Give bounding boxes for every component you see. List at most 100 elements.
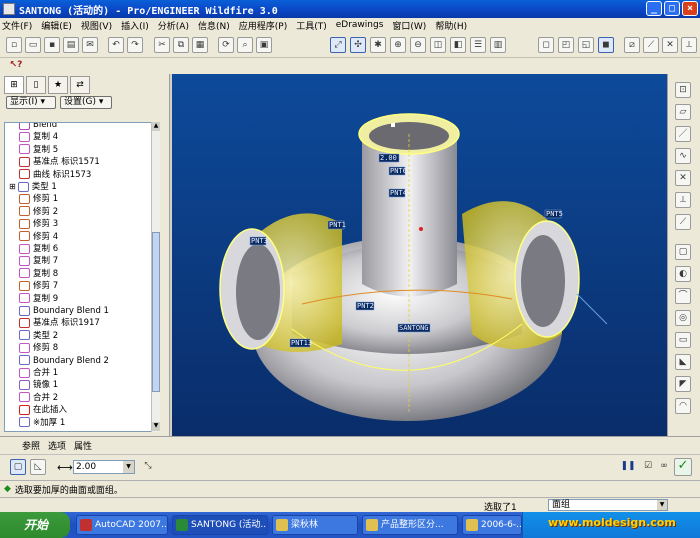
new-icon[interactable]: ▫ bbox=[6, 37, 22, 53]
favorites-tab[interactable]: ★ bbox=[48, 76, 68, 94]
show-dropdown[interactable]: 显示(I) ▾ bbox=[6, 96, 56, 109]
repaint-icon[interactable]: ◫ bbox=[430, 37, 446, 53]
tree-item[interactable]: 复制 9 bbox=[19, 293, 58, 305]
menu-edrawings[interactable]: eDrawings bbox=[336, 20, 384, 30]
tree-item[interactable]: 修剪 2 bbox=[19, 206, 58, 218]
expand-icon[interactable]: ⊞ bbox=[9, 182, 16, 191]
plane-icon[interactable]: ▱ bbox=[675, 104, 691, 120]
saved-views-icon[interactable]: ◧ bbox=[450, 37, 466, 53]
tree-item[interactable]: 复制 7 bbox=[19, 255, 58, 267]
select-icon[interactable]: ▣ bbox=[256, 37, 272, 53]
preview-icon[interactable]: ☑ bbox=[640, 459, 656, 475]
model-tree-tab[interactable]: ⊞ bbox=[4, 76, 24, 94]
tab-references[interactable]: 参照 bbox=[22, 439, 40, 452]
layer-tree-icon[interactable]: ▥ bbox=[490, 37, 506, 53]
pause-icon[interactable]: ❚❚ bbox=[620, 459, 636, 475]
tree-item[interactable]: 复制 5 bbox=[19, 144, 58, 156]
paste-icon[interactable]: ▦ bbox=[192, 37, 208, 53]
task-date[interactable]: 2006-6-... bbox=[462, 515, 522, 535]
print-icon[interactable]: ▤ bbox=[63, 37, 79, 53]
maximize-button[interactable]: □ bbox=[664, 1, 680, 16]
extrude-icon[interactable]: ▢ bbox=[675, 244, 691, 260]
find-icon[interactable]: ⌕ bbox=[237, 37, 253, 53]
tree-item[interactable]: 修剪 1 bbox=[19, 193, 58, 205]
refit-icon[interactable]: ⤢ bbox=[330, 37, 346, 53]
flip-direction-icon[interactable]: ⤡ bbox=[140, 459, 156, 475]
model-view[interactable]: PNT6 PNT4 PNT1 PNT5 PNT3 PNT2 PNT13 SANT… bbox=[172, 74, 667, 436]
shell-icon[interactable]: ▭ bbox=[675, 332, 691, 348]
task-proe[interactable]: SANTONG (活动... bbox=[172, 515, 268, 535]
close-button[interactable]: × bbox=[682, 1, 698, 16]
menu-info[interactable]: 信息(N) bbox=[198, 19, 230, 32]
datum-plane-icon[interactable]: ⧄ bbox=[624, 37, 640, 53]
tree-item[interactable]: ※加厚 1 bbox=[19, 417, 65, 429]
tree-item[interactable]: 曲线 标识1573 bbox=[19, 169, 91, 181]
point-icon[interactable]: ✕ bbox=[675, 170, 691, 186]
menu-tools[interactable]: 工具(T) bbox=[296, 19, 327, 32]
task-autocad[interactable]: AutoCAD 2007... bbox=[76, 515, 168, 535]
copy-icon[interactable]: ⧉ bbox=[173, 37, 189, 53]
round-icon[interactable]: ◠ bbox=[675, 398, 691, 414]
sketch-icon[interactable]: ⊡ bbox=[675, 82, 691, 98]
connections-tab[interactable]: ⇄ bbox=[70, 76, 90, 94]
thicken-solid-icon[interactable]: ▢ bbox=[10, 459, 26, 475]
accept-button[interactable]: ✓ bbox=[674, 458, 692, 476]
tree-item[interactable]: 在此插入 bbox=[19, 404, 67, 416]
hole-icon[interactable]: ◎ bbox=[675, 310, 691, 326]
open-icon[interactable]: ▭ bbox=[25, 37, 41, 53]
cut-icon[interactable]: ✂ bbox=[154, 37, 170, 53]
tree-item[interactable]: 复制 8 bbox=[19, 268, 58, 280]
context-help-icon[interactable]: ↖? bbox=[8, 58, 24, 74]
email-icon[interactable]: ✉ bbox=[82, 37, 98, 53]
datum-point-icon[interactable]: ✕ bbox=[662, 37, 678, 53]
menu-window[interactable]: 窗口(W) bbox=[392, 19, 426, 32]
tree-item[interactable]: 合并 1 bbox=[19, 367, 58, 379]
menu-applications[interactable]: 应用程序(P) bbox=[239, 19, 287, 32]
filter-select[interactable]: 面组 ▼ bbox=[548, 499, 668, 511]
zoom-in-icon[interactable]: ⊕ bbox=[390, 37, 406, 53]
tree-item[interactable]: 修剪 8 bbox=[19, 342, 58, 354]
tab-properties[interactable]: 属性 bbox=[74, 439, 92, 452]
datum-axis-icon[interactable]: ⟋ bbox=[643, 37, 659, 53]
redo-icon[interactable]: ↷ bbox=[127, 37, 143, 53]
analysis-icon[interactable]: ⟋ bbox=[675, 214, 691, 230]
hidden-icon[interactable]: ◰ bbox=[558, 37, 574, 53]
revolve-icon[interactable]: ◐ bbox=[675, 266, 691, 282]
tree-item[interactable]: 镜像 1 bbox=[19, 379, 58, 391]
tree-item[interactable]: 复制 6 bbox=[19, 243, 58, 255]
wireframe-icon[interactable]: ◻ bbox=[538, 37, 554, 53]
settings-dropdown[interactable]: 设置(G) ▾ bbox=[60, 96, 112, 109]
folder-browser-tab[interactable]: ▯ bbox=[26, 76, 46, 94]
layers-icon[interactable]: ☰ bbox=[470, 37, 486, 53]
tree-item[interactable]: ⊞ 类型 1 bbox=[9, 181, 57, 193]
tree-item[interactable]: 修剪 7 bbox=[19, 280, 58, 292]
tree-item[interactable]: Boundary Blend 1 bbox=[19, 305, 109, 317]
undo-icon[interactable]: ↶ bbox=[108, 37, 124, 53]
scroll-up-icon[interactable]: ▲ bbox=[152, 122, 160, 131]
axis-icon[interactable]: ／ bbox=[675, 126, 691, 142]
spin-icon[interactable]: ✣ bbox=[350, 37, 366, 53]
task-folder[interactable]: 梁秋林 bbox=[272, 515, 358, 535]
save-icon[interactable]: ▪ bbox=[44, 37, 60, 53]
menu-help[interactable]: 帮助(H) bbox=[435, 19, 467, 32]
menu-view[interactable]: 视图(V) bbox=[81, 19, 112, 32]
minimize-button[interactable]: _ bbox=[646, 1, 662, 16]
menu-file[interactable]: 文件(F) bbox=[2, 19, 32, 32]
orient-icon[interactable]: ✱ bbox=[370, 37, 386, 53]
tree-item[interactable]: 基准点 标识1571 bbox=[19, 156, 100, 168]
menu-analysis[interactable]: 分析(A) bbox=[158, 19, 189, 32]
scroll-down-icon[interactable]: ▼ bbox=[152, 422, 160, 431]
tree-item[interactable]: 合并 2 bbox=[19, 392, 58, 404]
graphics-window[interactable]: PNT6 PNT4 PNT1 PNT5 PNT3 PNT2 PNT13 SANT… bbox=[172, 74, 667, 436]
tree-item[interactable]: 复制 4 bbox=[19, 131, 58, 143]
csys-side-icon[interactable]: ⟂ bbox=[675, 192, 691, 208]
tree-item[interactable]: 修剪 4 bbox=[19, 231, 58, 243]
tab-options[interactable]: 选项 bbox=[48, 439, 66, 452]
tree-item[interactable]: 修剪 3 bbox=[19, 218, 58, 230]
chevron-down-icon[interactable]: ▼ bbox=[123, 461, 134, 473]
menu-insert[interactable]: 插入(I) bbox=[121, 19, 149, 32]
no-hidden-icon[interactable]: ◱ bbox=[578, 37, 594, 53]
regen-icon[interactable]: ⟳ bbox=[218, 37, 234, 53]
tree-scrollbar[interactable]: ▲ ▼ bbox=[151, 122, 160, 432]
draft-icon[interactable]: ◤ bbox=[675, 376, 691, 392]
